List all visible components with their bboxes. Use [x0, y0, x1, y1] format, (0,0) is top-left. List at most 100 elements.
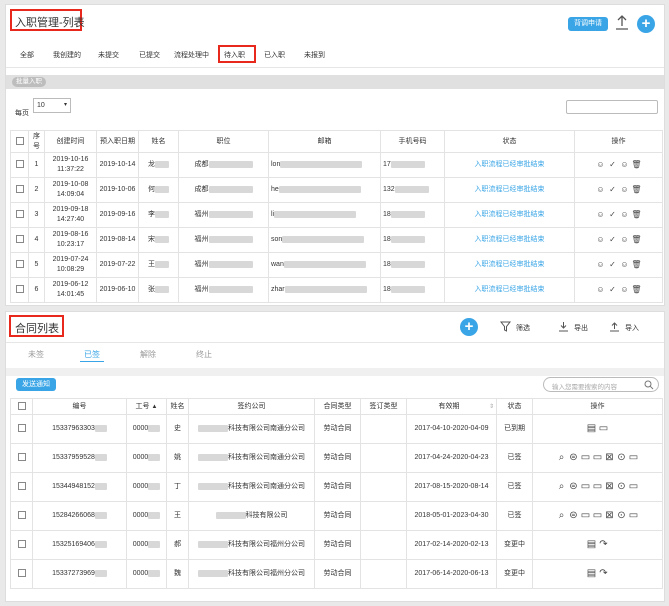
check-circle-icon[interactable]: ✓	[607, 260, 619, 270]
file-icon[interactable]: ▭	[592, 452, 604, 463]
tab-not-reported[interactable]: 未报到	[304, 50, 325, 60]
doc-icon[interactable]: ▤	[586, 423, 598, 434]
tab-signed[interactable]: 已签	[84, 349, 100, 360]
cell-status[interactable]: 入职流程已经审批结束	[444, 177, 575, 203]
close-box-icon[interactable]: ⊠	[604, 481, 616, 492]
stop-icon[interactable]: ⊙	[616, 481, 628, 492]
user-edit-icon[interactable]: ☺	[619, 185, 631, 195]
apply-button[interactable]: 背调申请	[568, 17, 608, 31]
add-contract-button[interactable]: +	[460, 318, 478, 336]
file-icon[interactable]: ▭	[580, 510, 592, 521]
trash-icon[interactable]: 🗑	[631, 235, 643, 245]
file-icon[interactable]: ▭	[580, 452, 592, 463]
user-icon[interactable]: ☺	[595, 210, 607, 220]
doc-icon[interactable]: ▤	[586, 539, 598, 550]
export-label[interactable]: 导出	[574, 323, 588, 333]
file-icon[interactable]: ▭	[628, 510, 640, 521]
row-checkbox[interactable]	[10, 472, 33, 502]
filter-label[interactable]: 筛选	[516, 323, 530, 333]
search-icon[interactable]: ⌕	[556, 452, 568, 463]
tab-unsubmitted[interactable]: 未提交	[98, 50, 119, 60]
check-circle-icon[interactable]: ✓	[607, 185, 619, 195]
file-icon[interactable]: ▭	[592, 510, 604, 521]
cell-status[interactable]: 入职流程已经审批结束	[444, 252, 575, 278]
user-edit-icon[interactable]: ☺	[619, 260, 631, 270]
check-circle-icon[interactable]: ✓	[607, 235, 619, 245]
tab-ended[interactable]: 终止	[196, 349, 212, 360]
share-icon[interactable]: ↷	[598, 568, 610, 579]
tab-all[interactable]: 全部	[20, 50, 34, 60]
tab-onboarded[interactable]: 已入职	[264, 50, 285, 60]
cell-status[interactable]: 入职流程已经审批结束	[444, 202, 575, 228]
check-circle-icon[interactable]: ✓	[607, 285, 619, 295]
sort-icon[interactable]: ⇕	[489, 402, 494, 412]
user-icon[interactable]: ☺	[595, 285, 607, 295]
user-icon[interactable]: ☺	[595, 235, 607, 245]
col-emp-no[interactable]: 工号 ▲	[126, 398, 167, 415]
tab-created-by-me[interactable]: 我创建的	[53, 50, 81, 60]
user-edit-icon[interactable]: ☺	[619, 235, 631, 245]
filter-icon[interactable]	[500, 321, 511, 332]
doc-icon[interactable]: ▤	[586, 568, 598, 579]
stop-icon[interactable]: ⊙	[616, 510, 628, 521]
tab-submitted[interactable]: 已提交	[139, 50, 160, 60]
row-checkbox[interactable]	[10, 177, 29, 203]
sort-asc-icon[interactable]: ▲	[152, 404, 158, 410]
swap-icon[interactable]: ⊜	[568, 510, 580, 521]
close-box-icon[interactable]: ⊠	[604, 510, 616, 521]
col-period[interactable]: 有效期 ⇕	[406, 398, 497, 415]
swap-icon[interactable]: ⊜	[568, 452, 580, 463]
select-all-checkbox[interactable]	[10, 130, 29, 153]
check-circle-icon[interactable]: ✓	[607, 160, 619, 170]
cell-status[interactable]: 入职流程已经审批结束	[444, 227, 575, 253]
search-icon[interactable]: ⌕	[556, 481, 568, 492]
file-icon[interactable]: ▭	[628, 481, 640, 492]
tab-unsigned[interactable]: 未签	[28, 349, 44, 360]
row-checkbox[interactable]	[10, 152, 29, 178]
row-checkbox[interactable]	[10, 501, 33, 531]
user-edit-icon[interactable]: ☺	[619, 285, 631, 295]
upload-icon[interactable]	[614, 14, 630, 32]
file-icon[interactable]: ▭	[580, 481, 592, 492]
download-icon[interactable]	[558, 321, 569, 332]
share-icon[interactable]: ↷	[598, 539, 610, 550]
tab-pending-onboard[interactable]: 待入职	[224, 50, 245, 60]
file-icon[interactable]: ▭	[598, 423, 610, 434]
file-icon[interactable]: ▭	[628, 452, 640, 463]
user-icon[interactable]: ☺	[595, 260, 607, 270]
swap-icon[interactable]: ⊜	[568, 481, 580, 492]
tab-in-process[interactable]: 流程处理中	[174, 50, 209, 60]
row-checkbox[interactable]	[10, 414, 33, 444]
tab-terminated[interactable]: 解除	[140, 349, 156, 360]
batch-onboard-button[interactable]: 批量入职	[12, 77, 46, 87]
cell-status[interactable]: 入职流程已经审批结束	[444, 277, 575, 303]
stop-icon[interactable]: ⊙	[616, 452, 628, 463]
row-checkbox[interactable]	[10, 443, 33, 473]
row-checkbox[interactable]	[10, 202, 29, 228]
row-checkbox[interactable]	[10, 559, 33, 589]
upload-icon[interactable]	[609, 321, 620, 332]
trash-icon[interactable]: 🗑	[631, 260, 643, 270]
import-label[interactable]: 导入	[625, 323, 639, 333]
trash-icon[interactable]: 🗑	[631, 160, 643, 170]
user-edit-icon[interactable]: ☺	[619, 210, 631, 220]
user-icon[interactable]: ☺	[595, 160, 607, 170]
trash-icon[interactable]: 🗑	[631, 185, 643, 195]
send-notice-button[interactable]: 发送通知	[16, 378, 56, 391]
search-input[interactable]	[566, 100, 658, 114]
page-size-select[interactable]: 10 ▾	[33, 98, 71, 113]
search-icon[interactable]: ⌕	[556, 510, 568, 521]
add-button[interactable]: +	[637, 15, 655, 33]
row-checkbox[interactable]	[10, 227, 29, 253]
user-icon[interactable]: ☺	[595, 185, 607, 195]
row-checkbox[interactable]	[10, 277, 29, 303]
cell-status[interactable]: 入职流程已经审批结束	[444, 152, 575, 178]
trash-icon[interactable]: 🗑	[631, 210, 643, 220]
row-checkbox[interactable]	[10, 530, 33, 560]
trash-icon[interactable]: 🗑	[631, 285, 643, 295]
user-edit-icon[interactable]: ☺	[619, 160, 631, 170]
file-icon[interactable]: ▭	[592, 481, 604, 492]
row-checkbox[interactable]	[10, 252, 29, 278]
close-box-icon[interactable]: ⊠	[604, 452, 616, 463]
select-all-checkbox[interactable]	[10, 398, 33, 415]
